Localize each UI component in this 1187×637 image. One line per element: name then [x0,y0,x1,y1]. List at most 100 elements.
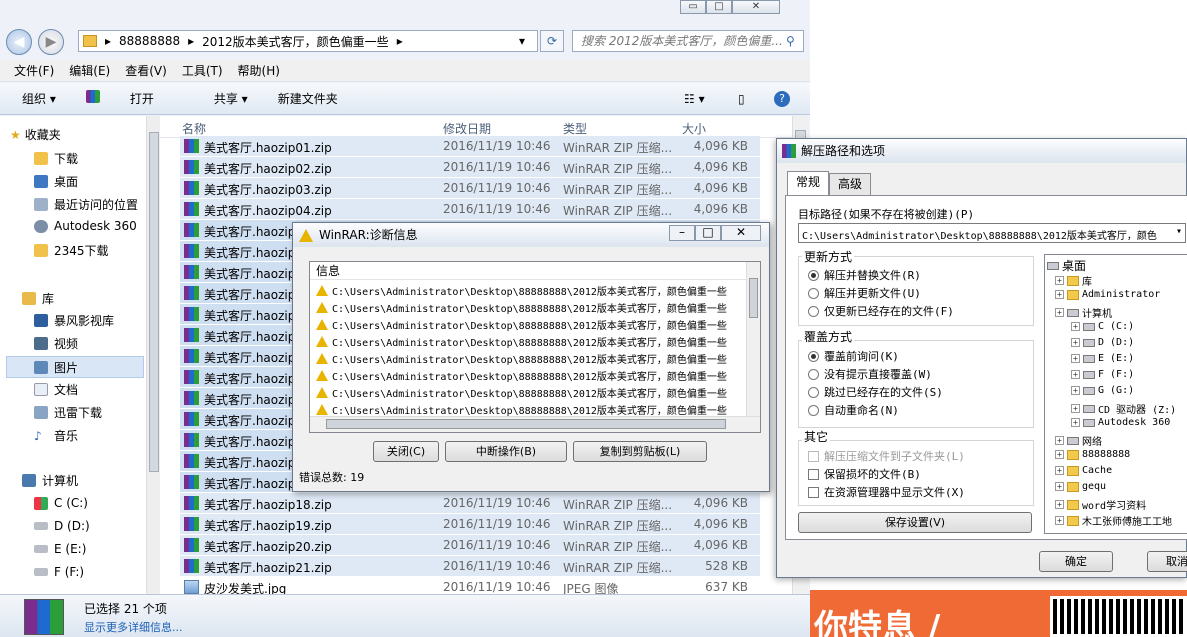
expand-icon[interactable]: + [1055,450,1064,459]
tab-general[interactable]: 常规 [787,171,830,195]
radio-auto-rename[interactable]: 自动重命名(N) [808,402,899,418]
tree-node[interactable]: + F (F:) [1071,369,1134,380]
tree-node[interactable]: + CD 驱动器 (Z:) [1071,401,1176,416]
open-button[interactable]: 打开 [85,90,184,107]
diagnostic-list[interactable]: 信息 C:\Users\Administrator\Desktop\888888… [309,261,761,433]
column-date[interactable]: 修改日期 [443,120,491,137]
diagnostic-message[interactable]: C:\Users\Administrator\Desktop\88888888\… [316,350,744,367]
save-settings-button[interactable]: 保存设置(V) [798,512,1032,533]
checkbox-keep-broken[interactable]: 保留损坏的文件(B) [808,466,921,482]
expand-icon[interactable]: + [1055,516,1064,525]
file-row[interactable]: 美式客厅.haozip18.zip 2016/11/19 10:46 WinRAR … [180,493,760,514]
diagnostic-message[interactable]: C:\Users\Administrator\Desktop\88888888\… [316,367,744,384]
new-folder-button[interactable]: 新建文件夹 [278,90,338,107]
organize-button[interactable]: 组织 ▾ [22,90,56,107]
forward-button[interactable]: ▶ [38,29,64,55]
preview-pane-icon[interactable]: ▯ [738,92,745,106]
diagnostic-message[interactable]: C:\Users\Administrator\Desktop\88888888\… [316,299,744,316]
menu-tools[interactable]: 工具(T) [182,62,223,79]
tree-node[interactable]: + 库 [1055,273,1092,288]
expand-icon[interactable]: + [1055,482,1064,491]
nav-drive-d[interactable]: D (D:) [34,519,90,533]
nav-drive-c[interactable]: C (C:) [34,496,88,510]
tree-node[interactable]: + gequ [1055,481,1106,492]
list-vscroll[interactable] [746,262,760,416]
nav-drive-e[interactable]: E (E:) [34,542,86,556]
file-row[interactable]: 美式客厅.haozip02.zip 2016/11/19 10:46 WinRAR … [180,157,760,178]
diagnostic-message[interactable]: C:\Users\Administrator\Desktop\88888888\… [316,384,744,401]
nav-item-documents[interactable]: 文档 [34,381,78,398]
radio-skip-existing[interactable]: 跳过已经存在的文件(S) [808,384,943,400]
nav-drive-f[interactable]: F (F:) [34,565,84,579]
diagnostic-message[interactable]: C:\Users\Administrator\Desktop\88888888\… [316,316,744,333]
expand-icon[interactable]: + [1055,500,1064,509]
tree-node[interactable]: + 计算机 [1055,305,1112,320]
refresh-icon[interactable]: ⟳ [540,30,564,52]
tree-node[interactable]: + Cache [1055,465,1112,476]
expand-icon[interactable]: + [1071,338,1080,347]
minimize-button[interactable]: – [669,225,695,241]
tree-node[interactable]: + G (G:) [1071,385,1134,396]
checkbox-show-in-explorer[interactable]: 在资源管理器中显示文件(X) [808,484,965,500]
close-button[interactable]: ✕ [721,225,761,241]
expand-icon[interactable]: + [1055,276,1064,285]
breadcrumb-segment[interactable]: 88888888 [119,34,180,48]
close-dialog-button[interactable]: 关闭(C) [373,441,439,462]
tree-node[interactable]: + C (C:) [1071,321,1134,332]
menu-help[interactable]: 帮助(H) [238,62,280,79]
scroll-thumb[interactable] [149,132,159,472]
nav-item-pictures[interactable]: 图片 [6,356,144,378]
menu-file[interactable]: 文件(F) [14,62,54,79]
search-input[interactable]: 搜索 2012版本美式客厅，颜色偏重... [572,30,804,52]
abort-operation-button[interactable]: 中断操作(B) [445,441,567,462]
breadcrumb-segment[interactable]: 2012版本美式客厅，颜色偏重一些 [202,33,389,50]
chevron-down-icon[interactable]: ▾ [519,34,525,48]
scroll-thumb[interactable] [326,419,726,429]
back-button[interactable]: ◀ [6,29,32,55]
favorites-group[interactable]: ★ 收藏夹 [10,126,61,143]
diagnostic-message[interactable]: C:\Users\Administrator\Desktop\88888888\… [316,282,744,299]
nav-item-videos[interactable]: 视频 [34,335,78,352]
copy-to-clipboard-button[interactable]: 复制到剪贴板(L) [573,441,707,462]
expand-icon[interactable]: + [1055,308,1064,317]
tree-node[interactable]: 桌面 [1047,257,1086,274]
tree-node[interactable]: + E (E:) [1071,353,1134,364]
file-row[interactable]: 美式客厅.haozip21.zip 2016/11/19 10:46 WinRAR … [180,556,760,577]
folder-tree[interactable]: 桌面 + 库 + Administrator + 计算机 + C (C:) + D (D:) + E (… [1044,254,1187,534]
tree-node[interactable]: + D (D:) [1071,337,1134,348]
column-size[interactable]: 大小 [682,120,706,137]
expand-icon[interactable]: + [1071,404,1080,413]
expand-icon[interactable]: + [1071,370,1080,379]
scroll-thumb[interactable] [749,278,758,318]
more-details-link[interactable]: 显示更多详细信息... [84,619,183,635]
search-icon[interactable]: ⚲ [786,34,795,48]
expand-icon[interactable]: + [1055,466,1064,475]
nav-item-recent[interactable]: 最近访问的位置 [34,196,138,213]
expand-icon[interactable]: + [1071,322,1080,331]
menu-view[interactable]: 查看(V) [125,62,167,79]
nav-item-xunlei[interactable]: 迅雷下载 [34,404,102,421]
share-button[interactable]: 共享 ▾ [214,90,248,107]
file-row[interactable]: 美式客厅.haozip03.zip 2016/11/19 10:46 WinRAR … [180,178,760,199]
radio-overwrite-silent[interactable]: 没有提示直接覆盖(W) [808,366,932,382]
file-row[interactable]: 美式客厅.haozip20.zip 2016/11/19 10:46 WinRAR … [180,535,760,556]
cancel-button[interactable]: 取消 [1147,551,1187,572]
radio-update-existing[interactable]: 仅更新已经存在的文件(F) [808,303,954,319]
tree-node[interactable]: + Autodesk 360 [1071,417,1170,428]
nav-item-baofeng[interactable]: 暴风影视库 [34,312,114,329]
computer-group[interactable]: 计算机 [22,472,78,489]
maximize-button[interactable]: □ [695,225,721,241]
maximize-button[interactable]: □ [706,0,732,14]
file-row[interactable]: 美式客厅.haozip04.zip 2016/11/19 10:46 WinRAR … [180,199,760,220]
column-name[interactable]: 名称 [182,120,206,137]
tree-node[interactable]: + Administrator [1055,289,1160,300]
tree-node[interactable]: + 木工张师傅施工工地 [1055,513,1172,528]
close-button[interactable]: ✕ [732,0,780,14]
tab-advanced[interactable]: 高级 [829,173,872,195]
list-hscroll[interactable] [310,416,760,432]
tree-node[interactable]: + word学习资料 [1055,497,1146,512]
nav-scrollbar[interactable] [146,116,160,594]
expand-icon[interactable]: + [1071,418,1080,427]
expand-icon[interactable]: + [1055,436,1064,445]
nav-item-music[interactable]: ♪ 音乐 [34,427,78,444]
